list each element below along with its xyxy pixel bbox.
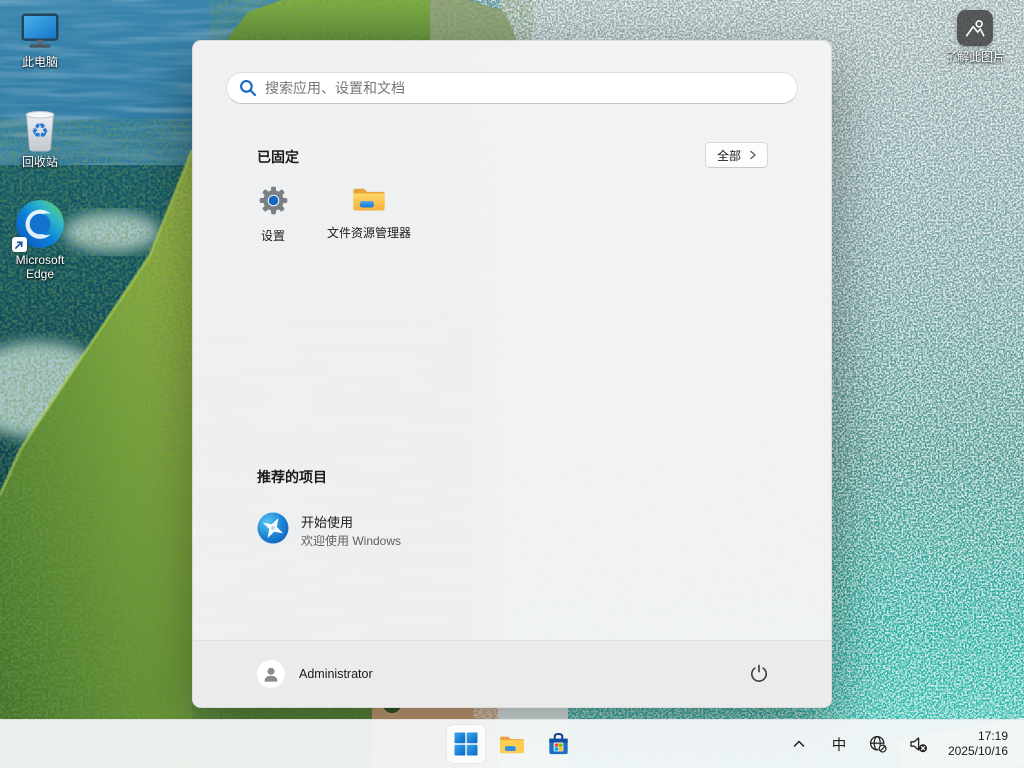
taskbar-store-button[interactable] (539, 725, 577, 763)
taskbar-center-icons (447, 720, 577, 768)
pinned-app-settings[interactable]: 设置 (225, 184, 321, 250)
all-apps-button[interactable]: 全部 (705, 142, 768, 168)
pinned-app-label: 设置 (261, 227, 285, 244)
system-tray: 中 17:19 (780, 720, 1024, 768)
desktop-icon-label: Microsoft Edge (1, 253, 79, 281)
user-avatar-icon (257, 660, 285, 688)
network-status-button[interactable] (860, 726, 898, 762)
clock-date: 2025/10/16 (948, 744, 1008, 759)
start-menu-footer: Administrator (193, 640, 831, 707)
taskbar-clock[interactable]: 17:19 2025/10/16 (944, 729, 1012, 759)
search-input[interactable] (226, 72, 798, 104)
pinned-section-title: 已固定 (257, 147, 299, 167)
globe-no-internet-icon (869, 735, 888, 754)
desktop-icon-edge[interactable]: Microsoft Edge (1, 198, 79, 281)
microsoft-store-icon (546, 732, 571, 757)
user-profile-button[interactable]: Administrator (257, 660, 373, 688)
picture-info-icon (957, 10, 993, 46)
edge-icon (14, 198, 66, 250)
pinned-app-label: 文件资源管理器 (327, 224, 411, 241)
file-explorer-icon (499, 733, 525, 756)
settings-gear-icon (257, 184, 290, 222)
desktop-icon-label: 回收站 (22, 155, 58, 169)
taskbar: 中 17:19 (0, 719, 1024, 768)
desktop-icon-this-pc[interactable]: 此电脑 (1, 12, 79, 69)
recommended-item-title: 开始使用 (301, 512, 401, 531)
chevron-up-icon (792, 737, 806, 751)
tray-overflow-button[interactable] (780, 726, 818, 762)
power-button[interactable] (743, 658, 775, 690)
ime-label: 中 (832, 734, 847, 755)
learn-picture-label: 了解此图片 (945, 50, 1005, 64)
recommended-item-subtitle: 欢迎使用 Windows (301, 532, 401, 549)
chevron-right-icon (748, 150, 758, 160)
volume-muted-icon (909, 735, 928, 754)
power-icon (749, 664, 769, 684)
start-menu-panel: 已固定 全部 (192, 40, 832, 708)
svg-text:♻: ♻ (31, 119, 49, 143)
clock-time: 17:19 (948, 729, 1008, 744)
shortcut-arrow-icon (12, 237, 27, 252)
volume-status-button[interactable] (900, 726, 938, 762)
pinned-apps-grid: 设置 (225, 184, 417, 250)
learn-about-picture-button[interactable]: 了解此图片 (935, 10, 1015, 64)
desktop-icon-recycle-bin[interactable]: ♻ 回收站 (1, 108, 79, 169)
recommended-item-get-started[interactable]: 开始使用 欢迎使用 Windows (247, 506, 557, 554)
windows-logo-icon (454, 732, 478, 756)
pinned-app-file-explorer[interactable]: 文件资源管理器 (321, 184, 417, 250)
taskbar-file-explorer-button[interactable] (493, 725, 531, 763)
recommended-section-title: 推荐的项目 (257, 467, 327, 487)
search-box (226, 72, 798, 104)
start-button[interactable] (447, 725, 485, 763)
get-started-icon (257, 512, 289, 549)
desktop-icon-label: 此电脑 (22, 55, 58, 69)
user-name-label: Administrator (299, 667, 373, 681)
desktop-screen: 此电脑 ♻ 回收站 (0, 0, 1024, 768)
all-apps-label: 全部 (717, 147, 741, 164)
this-pc-monitor-icon (17, 12, 63, 52)
ime-indicator-button[interactable]: 中 (820, 726, 858, 762)
file-explorer-icon (352, 184, 386, 219)
recycle-bin-icon: ♻ (19, 108, 61, 152)
